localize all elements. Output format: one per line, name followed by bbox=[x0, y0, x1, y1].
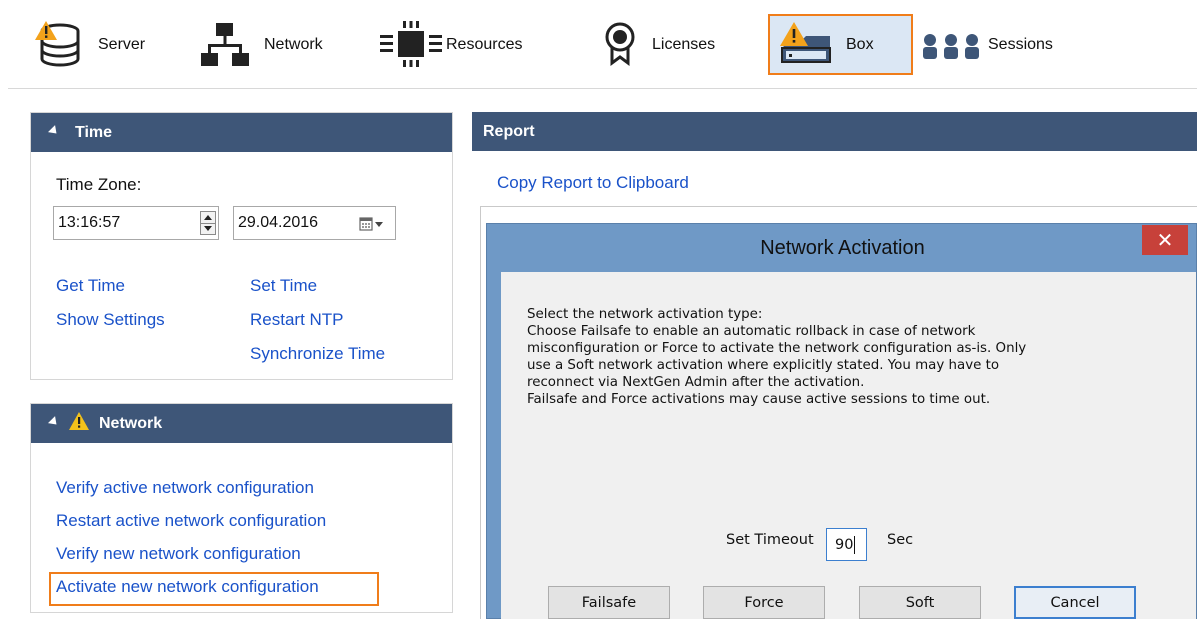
database-warning-icon bbox=[34, 21, 82, 69]
toolbar-divider bbox=[8, 88, 1197, 89]
close-button[interactable]: ✕ bbox=[1142, 225, 1188, 255]
show-settings-link[interactable]: Show Settings bbox=[56, 310, 165, 330]
message-line: Failsafe and Force activations may cause… bbox=[527, 392, 991, 407]
message-line: misconfiguration or Force to activate th… bbox=[527, 341, 1027, 356]
time-panel-header[interactable]: Time bbox=[31, 113, 452, 152]
toolbar-licenses[interactable]: Licenses bbox=[604, 14, 715, 76]
report-header: Report bbox=[472, 112, 1197, 151]
activate-new-config-link[interactable]: Activate new network configuration bbox=[56, 577, 319, 597]
toolbar-resources-label: Resources bbox=[446, 36, 523, 53]
verify-new-config-link[interactable]: Verify new network configuration bbox=[56, 544, 301, 564]
users-icon bbox=[920, 21, 984, 69]
dialog-title: Network Activation bbox=[760, 236, 925, 259]
time-panel-title: Time bbox=[75, 123, 113, 141]
close-icon: ✕ bbox=[1156, 229, 1174, 252]
timeout-value: 90 bbox=[835, 536, 854, 553]
network-panel-header[interactable]: Network bbox=[31, 404, 452, 443]
copy-report-link[interactable]: Copy Report to Clipboard bbox=[497, 173, 689, 193]
dialog-message: Select the network activation type: Choo… bbox=[527, 306, 1026, 408]
warning-icon bbox=[69, 412, 89, 435]
report-title: Report bbox=[483, 122, 535, 140]
soft-button[interactable]: Soft bbox=[859, 586, 981, 619]
network-panel-title: Network bbox=[99, 414, 163, 432]
toolbar-server[interactable]: Server bbox=[34, 14, 145, 76]
date-value: 29.04.2016 bbox=[238, 214, 319, 231]
timeout-unit: Sec bbox=[887, 532, 914, 548]
time-panel: Time bbox=[30, 112, 453, 380]
toolbar-sessions-label: Sessions bbox=[988, 36, 1053, 53]
cancel-button[interactable]: Cancel bbox=[1014, 586, 1136, 619]
network-activation-dialog: Network Activation ✕ Select the network … bbox=[486, 223, 1197, 619]
spin-down-icon[interactable] bbox=[204, 226, 212, 231]
message-line: use a Soft network activation where expl… bbox=[527, 358, 1000, 373]
toolbar-sessions[interactable]: Sessions bbox=[920, 14, 1053, 76]
failsafe-button[interactable]: Failsafe bbox=[548, 586, 670, 619]
set-time-link[interactable]: Set Time bbox=[250, 276, 317, 296]
toolbar-network[interactable]: Network bbox=[200, 14, 323, 76]
dialog-content: Select the network activation type: Choo… bbox=[501, 272, 1196, 619]
collapse-triangle-icon bbox=[47, 125, 61, 138]
restart-active-config-link[interactable]: Restart active network configuration bbox=[56, 511, 326, 531]
timezone-label: Time Zone: bbox=[56, 175, 142, 194]
toolbar-box-label: Box bbox=[846, 36, 874, 53]
text-caret bbox=[854, 535, 856, 554]
toolbar-resources[interactable]: Resources bbox=[380, 14, 522, 76]
spin-up-icon[interactable] bbox=[204, 215, 212, 220]
main-toolbar: Server Network Resources Licenses Box Se… bbox=[0, 0, 1197, 88]
toolbar-licenses-label: Licenses bbox=[652, 36, 716, 53]
message-line: Select the network activation type: bbox=[527, 307, 763, 322]
toolbar-network-label: Network bbox=[264, 36, 323, 53]
chip-icon bbox=[380, 21, 442, 69]
force-button[interactable]: Force bbox=[703, 586, 825, 619]
timeout-input[interactable]: 90 bbox=[826, 528, 867, 561]
verify-active-config-link[interactable]: Verify active network configuration bbox=[56, 478, 314, 498]
toolbar-server-label: Server bbox=[98, 36, 146, 53]
message-line: Choose Failsafe to enable an automatic r… bbox=[527, 324, 976, 339]
message-line: reconnect via NextGen Admin after the ac… bbox=[527, 375, 865, 390]
box-warning-icon bbox=[778, 20, 834, 70]
time-input[interactable]: 13:16:57 bbox=[53, 206, 219, 240]
collapse-triangle-icon bbox=[47, 416, 61, 429]
restart-ntp-link[interactable]: Restart NTP bbox=[250, 310, 344, 330]
calendar-dropdown-icon[interactable] bbox=[359, 216, 385, 237]
date-picker[interactable]: 29.04.2016 bbox=[233, 206, 396, 240]
get-time-link[interactable]: Get Time bbox=[56, 276, 125, 296]
time-spinner[interactable] bbox=[200, 211, 216, 235]
toolbar-box[interactable]: Box bbox=[778, 14, 874, 76]
timeout-label: Set Timeout bbox=[726, 532, 814, 548]
certificate-icon bbox=[604, 21, 636, 69]
time-value: 13:16:57 bbox=[58, 214, 121, 231]
synchronize-time-link[interactable]: Synchronize Time bbox=[250, 344, 385, 364]
network-icon bbox=[200, 21, 250, 69]
